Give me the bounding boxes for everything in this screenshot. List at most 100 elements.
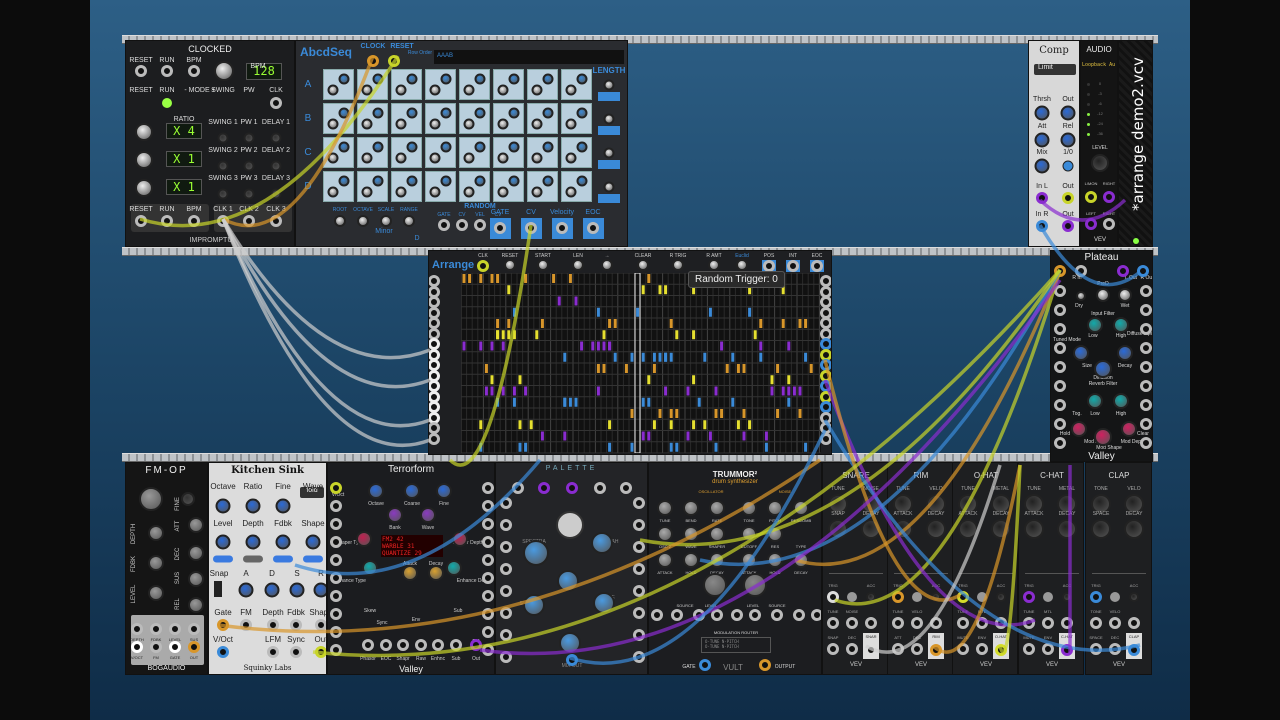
knob[interactable] [440, 107, 452, 119]
arrange-step[interactable] [574, 296, 578, 306]
arrange-step[interactable] [804, 352, 808, 362]
kitchen-sink-module[interactable]: Kitchen Sink fold Squinky Labs Octave Rat… [208, 462, 327, 675]
step-cell[interactable] [561, 103, 592, 134]
run-led[interactable] [162, 98, 172, 108]
arrange-step[interactable] [484, 386, 488, 396]
jack-port[interactable] [759, 659, 771, 671]
knob[interactable] [504, 259, 516, 271]
arrange-step[interactable] [658, 409, 662, 418]
knob[interactable] [372, 73, 384, 85]
jack-port[interactable] [731, 609, 743, 621]
knob[interactable] [1060, 132, 1076, 148]
jack-port[interactable] [240, 619, 252, 631]
knob[interactable] [741, 552, 757, 568]
arrange-step[interactable] [596, 307, 600, 317]
knob[interactable] [188, 545, 204, 561]
jack-port[interactable] [330, 554, 342, 566]
knob[interactable] [576, 175, 588, 187]
jack-port[interactable] [749, 609, 761, 621]
knob[interactable] [387, 507, 403, 523]
knob[interactable] [1062, 592, 1072, 602]
toggle[interactable] [303, 555, 323, 563]
jack-port[interactable] [771, 609, 783, 621]
arrange-step[interactable] [484, 364, 488, 373]
arrange-step[interactable] [507, 319, 511, 328]
arrange-step[interactable] [736, 364, 740, 373]
jack-port[interactable] [500, 607, 512, 619]
knob[interactable] [542, 141, 554, 153]
knob[interactable] [474, 141, 486, 153]
jack-port[interactable] [415, 639, 427, 651]
arrange-step[interactable] [596, 341, 600, 351]
step-cell[interactable] [527, 69, 558, 100]
knob[interactable] [572, 259, 584, 271]
jack-port[interactable] [135, 65, 147, 77]
jack-port[interactable] [1054, 323, 1066, 335]
knob[interactable] [270, 188, 282, 200]
arrange-step[interactable] [742, 409, 746, 418]
arrange-step[interactable] [748, 420, 752, 430]
knob[interactable] [497, 152, 509, 164]
knob[interactable] [429, 84, 441, 96]
knob[interactable] [327, 152, 339, 164]
jack-port[interactable] [1109, 617, 1121, 629]
knob[interactable] [531, 152, 543, 164]
knob[interactable] [637, 259, 649, 271]
jack-port[interactable] [482, 626, 494, 638]
knob[interactable] [420, 507, 436, 523]
jack-port[interactable] [976, 643, 988, 655]
jack-port[interactable] [290, 619, 302, 631]
knob[interactable] [264, 582, 280, 598]
step-cell[interactable] [425, 137, 456, 168]
knob[interactable] [931, 592, 941, 602]
jack-port[interactable] [482, 518, 494, 530]
jack-port[interactable] [330, 500, 342, 512]
knob[interactable] [996, 592, 1006, 602]
jack-port[interactable] [633, 563, 645, 575]
arrange-step[interactable] [675, 442, 679, 452]
knob[interactable] [361, 152, 373, 164]
jack-port[interactable] [846, 617, 858, 629]
knob[interactable] [188, 517, 204, 533]
jack-port[interactable] [1054, 361, 1066, 373]
jack-port[interactable] [811, 609, 821, 621]
arrange-step[interactable] [742, 431, 746, 441]
knob[interactable] [743, 573, 767, 597]
toggle[interactable] [273, 555, 293, 563]
jack-port[interactable] [827, 591, 839, 603]
jack-port[interactable] [456, 219, 468, 231]
jack-port[interactable] [482, 608, 494, 620]
jack-port[interactable] [892, 591, 904, 603]
step-cell[interactable] [561, 69, 592, 100]
knob[interactable] [497, 84, 509, 96]
step-cell[interactable] [391, 69, 422, 100]
arrange-step[interactable] [781, 319, 785, 328]
jack-port[interactable] [1054, 285, 1066, 297]
jack-port[interactable] [1075, 265, 1087, 277]
arrange-step[interactable] [748, 307, 752, 317]
knob[interactable] [603, 113, 615, 125]
knob[interactable] [243, 132, 255, 144]
knob[interactable] [214, 61, 234, 81]
arrange-step[interactable] [764, 431, 768, 441]
knob[interactable] [403, 215, 415, 227]
jack-port[interactable] [330, 590, 342, 602]
step-cell[interactable] [459, 69, 490, 100]
arrange-step[interactable] [501, 341, 505, 351]
step-cell[interactable] [323, 171, 354, 202]
arrange-step[interactable] [697, 397, 701, 407]
arrange-step[interactable] [647, 274, 651, 283]
knob[interactable] [1034, 132, 1050, 148]
fm-op-module[interactable]: FM-OP BOGAUDIO DEPTH FDBK LEVEL FINE ATT DEC S… [125, 462, 208, 675]
jack-port[interactable] [188, 641, 200, 653]
plateau-module[interactable]: Plateau Valley R In PreD L Out R Out Dry Wet I… [1050, 250, 1153, 462]
jack-port[interactable] [525, 222, 537, 234]
toggle[interactable] [243, 555, 263, 563]
jack-port[interactable] [169, 641, 181, 653]
knob[interactable] [380, 215, 392, 227]
knob[interactable] [338, 73, 350, 85]
jack-port[interactable] [811, 260, 823, 272]
jack-port[interactable] [820, 432, 831, 445]
knob[interactable] [406, 73, 418, 85]
knob[interactable] [537, 259, 549, 271]
